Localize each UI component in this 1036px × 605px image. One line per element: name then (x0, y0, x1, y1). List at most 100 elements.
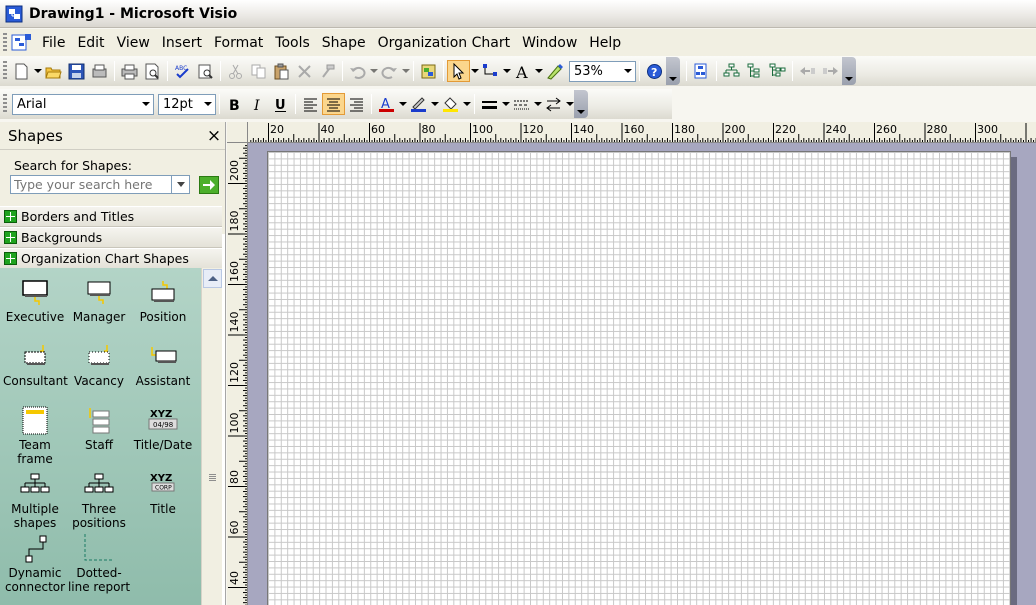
toolbar-options-button[interactable] (666, 57, 680, 85)
vertical-ruler[interactable]: 200 180 160 140 120 100 80 60 40 (227, 143, 248, 605)
move-left-button[interactable] (796, 60, 819, 82)
horizontal-layout-button[interactable] (720, 60, 743, 82)
line-weight-button[interactable] (478, 93, 501, 115)
master-position[interactable]: Position (131, 278, 195, 324)
open-button[interactable] (42, 60, 65, 82)
connector-tool-button[interactable] (479, 60, 502, 82)
redo-button[interactable] (378, 60, 401, 82)
master-dotted-line-report[interactable]: Dotted-line report (67, 534, 131, 594)
master-dynamic-connector[interactable]: Dynamic connector (3, 534, 67, 594)
line-pattern-dropdown[interactable] (533, 93, 542, 115)
line-color-button[interactable] (407, 93, 430, 115)
copy-button[interactable] (247, 60, 270, 82)
master-three-positions[interactable]: Three positions (67, 470, 131, 530)
menu-insert[interactable]: Insert (156, 30, 208, 56)
redo-dropdown[interactable] (401, 60, 410, 82)
undo-button[interactable] (346, 60, 369, 82)
font-color-dropdown[interactable] (398, 93, 407, 115)
stencil-scrollbar[interactable] (201, 268, 222, 605)
menu-tools[interactable]: Tools (269, 30, 316, 56)
visio-app-icon[interactable] (5, 5, 23, 23)
drawing-canvas[interactable] (248, 143, 1036, 605)
fill-color-button[interactable] (439, 93, 462, 115)
menu-file[interactable]: File (36, 30, 71, 56)
help-button[interactable]: ? (643, 60, 666, 82)
bold-button[interactable]: B (223, 93, 246, 115)
stencil-borders-and-titles[interactable]: Borders and Titles (0, 206, 222, 227)
zoom-combo[interactable]: 53% (569, 60, 636, 82)
menubar-grip[interactable] (3, 32, 7, 53)
paste-button[interactable] (270, 60, 293, 82)
cut-button[interactable] (224, 60, 247, 82)
pointer-tool-dropdown[interactable] (470, 60, 479, 82)
align-right-button[interactable] (345, 93, 368, 115)
line-weight-dropdown[interactable] (501, 93, 510, 115)
master-multiple-shapes[interactable]: Multiple shapes (3, 470, 67, 530)
align-left-button[interactable] (299, 93, 322, 115)
toolbar-grip[interactable] (3, 94, 7, 114)
close-icon[interactable]: × (203, 126, 225, 146)
stencil-organization-chart-shapes[interactable]: Organization Chart Shapes (0, 248, 222, 269)
master-assistant[interactable]: Assistant (131, 342, 195, 388)
master-vacancy[interactable]: Vacancy (67, 342, 131, 388)
toolbar-grip[interactable] (3, 61, 7, 81)
italic-button[interactable]: I (246, 93, 269, 115)
undo-dropdown[interactable] (369, 60, 378, 82)
new-dropdown[interactable] (33, 60, 42, 82)
menu-window[interactable]: Window (516, 30, 583, 56)
save-button[interactable] (65, 60, 88, 82)
ink-tool-button[interactable] (543, 60, 566, 82)
master-staff[interactable]: Staff (67, 406, 131, 452)
text-tool-dropdown[interactable] (534, 60, 543, 82)
shapes-window-button[interactable] (417, 60, 440, 82)
research-button[interactable] (194, 60, 217, 82)
menu-format[interactable]: Format (208, 30, 269, 56)
master-consultant[interactable]: Consultant (3, 342, 68, 388)
master-title-date[interactable]: XYZ 04/98 Title/Date (131, 406, 195, 452)
new-button[interactable] (10, 60, 33, 82)
drawing-page[interactable] (267, 151, 1011, 605)
master-executive[interactable]: Executive (3, 278, 67, 324)
font-color-button[interactable]: A (375, 93, 398, 115)
format-painter-button[interactable] (316, 60, 339, 82)
print-button[interactable] (118, 60, 141, 82)
menu-shape[interactable]: Shape (316, 30, 372, 56)
search-input[interactable] (10, 175, 172, 194)
org-toolbar-options-button[interactable] (842, 57, 856, 85)
permission-button[interactable] (88, 60, 111, 82)
zoom-dropdown-arrow[interactable] (621, 62, 635, 81)
font-size-combo[interactable]: 12pt (158, 93, 216, 115)
ruler-corner[interactable] (227, 122, 248, 143)
menu-organization-chart[interactable]: Organization Chart (372, 30, 516, 56)
formatting-toolbar-options-button[interactable] (574, 90, 588, 118)
font-combo[interactable]: Arial (12, 93, 154, 115)
pointer-tool-button[interactable] (447, 60, 470, 82)
menu-view[interactable]: View (111, 30, 156, 56)
document-menu-icon[interactable] (10, 33, 32, 53)
line-ends-dropdown[interactable] (565, 93, 574, 115)
master-manager[interactable]: Manager (67, 278, 131, 324)
text-tool-button[interactable]: A (511, 60, 534, 82)
line-pattern-button[interactable] (510, 93, 533, 115)
master-title[interactable]: XYZ CORP Title (131, 470, 195, 516)
line-color-dropdown[interactable] (430, 93, 439, 115)
stencil-backgrounds[interactable]: Backgrounds (0, 227, 222, 248)
connector-tool-dropdown[interactable] (502, 60, 511, 82)
horizontal-ruler[interactable]: 20 40 60 80 100 120 140 160 180 200 220 240 260 280 30… (248, 122, 1036, 143)
scroll-up-button[interactable] (203, 269, 222, 288)
spelling-button[interactable]: ABC (171, 60, 194, 82)
side-by-side-layout-button[interactable] (766, 60, 789, 82)
menu-help[interactable]: Help (583, 30, 627, 56)
underline-button[interactable]: U (269, 93, 292, 115)
print-preview-button[interactable] (141, 60, 164, 82)
delete-button[interactable] (293, 60, 316, 82)
font-size-dropdown-arrow[interactable] (201, 95, 215, 114)
search-history-dropdown[interactable] (172, 175, 190, 194)
font-dropdown-arrow[interactable] (139, 95, 153, 114)
move-right-button[interactable] (819, 60, 842, 82)
menu-edit[interactable]: Edit (71, 30, 110, 56)
vertical-layout-button[interactable] (743, 60, 766, 82)
align-center-button[interactable] (322, 93, 345, 115)
search-go-button[interactable] (199, 175, 219, 194)
org-chart-wizard-button[interactable] (690, 60, 713, 82)
